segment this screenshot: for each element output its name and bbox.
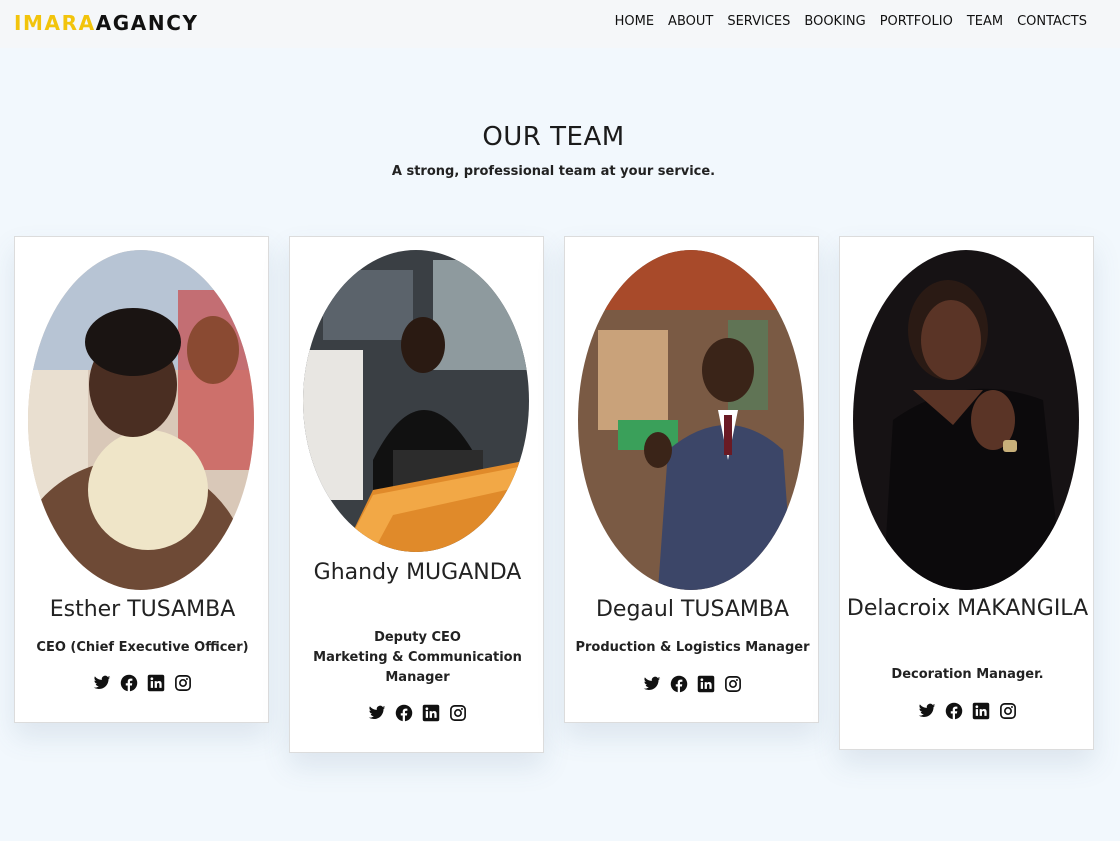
nav-team[interactable]: TEAM: [967, 14, 1003, 29]
team-section-title: OUR TEAM: [482, 122, 625, 152]
twitter-icon[interactable]: [918, 702, 936, 720]
twitter-icon[interactable]: [643, 675, 661, 693]
instagram-icon[interactable]: [724, 675, 742, 693]
member-role: CEO (Chief Executive Officer): [21, 638, 264, 658]
facebook-icon[interactable]: [945, 702, 963, 720]
team-card-esther: Esther TUSAMBA CEO (Chief Executive Offi…: [14, 236, 269, 723]
logo-part-agancy: AGANCY: [95, 11, 199, 35]
instagram-icon[interactable]: [999, 702, 1017, 720]
member-role-line: Marketing & Communication Manager: [313, 650, 522, 685]
member-photo: [28, 250, 254, 590]
member-role-line: Decoration Manager.: [891, 667, 1044, 682]
social-links: [290, 704, 545, 722]
member-name: Ghandy MUGANDA: [313, 560, 522, 585]
member-photo: [578, 250, 804, 590]
twitter-icon[interactable]: [93, 674, 111, 692]
linkedin-icon[interactable]: [422, 704, 440, 722]
member-role: Production & Logistics Manager: [571, 638, 814, 658]
nav-booking[interactable]: BOOKING: [804, 14, 865, 29]
team-card-delacroix: Delacroix MAKANGILA Decoration Manager.: [839, 236, 1094, 750]
brand-logo[interactable]: IMARAAGANCY: [14, 11, 199, 35]
instagram-icon[interactable]: [174, 674, 192, 692]
member-photo: [303, 250, 529, 552]
twitter-icon[interactable]: [368, 704, 386, 722]
site-header: IMARAAGANCY HOME ABOUT SERVICES BOOKING …: [0, 0, 1120, 48]
facebook-icon[interactable]: [120, 674, 138, 692]
member-role: Deputy CEO Marketing & Communication Man…: [296, 628, 539, 688]
member-role-line: Deputy CEO: [374, 630, 461, 645]
linkedin-icon[interactable]: [972, 702, 990, 720]
member-name: Delacroix MAKANGILA: [846, 596, 1089, 621]
facebook-icon[interactable]: [670, 675, 688, 693]
linkedin-icon[interactable]: [147, 674, 165, 692]
main-nav: HOME ABOUT SERVICES BOOKING PORTFOLIO TE…: [615, 14, 1087, 29]
nav-contacts[interactable]: CONTACTS: [1017, 14, 1087, 29]
social-links: [565, 675, 820, 693]
team-card-ghandy: Ghandy MUGANDA Deputy CEO Marketing & Co…: [289, 236, 544, 753]
logo-part-imara: IMARA: [14, 11, 96, 35]
social-links: [840, 702, 1095, 720]
member-name: Degaul TUSAMBA: [595, 597, 790, 622]
nav-services[interactable]: SERVICES: [727, 14, 790, 29]
nav-about[interactable]: ABOUT: [668, 14, 713, 29]
member-photo: [853, 250, 1079, 590]
facebook-icon[interactable]: [395, 704, 413, 722]
team-section-subtitle: A strong, professional team at your serv…: [391, 164, 716, 179]
nav-home[interactable]: HOME: [615, 14, 654, 29]
member-role-line: Production & Logistics Manager: [575, 640, 810, 655]
instagram-icon[interactable]: [449, 704, 467, 722]
member-role-line: CEO (Chief Executive Officer): [36, 640, 249, 655]
team-card-degaul: Degaul TUSAMBA Production & Logistics Ma…: [564, 236, 819, 723]
linkedin-icon[interactable]: [697, 675, 715, 693]
nav-portfolio[interactable]: PORTFOLIO: [880, 14, 953, 29]
member-role: Decoration Manager.: [846, 665, 1089, 685]
member-name: Esther TUSAMBA: [49, 597, 236, 622]
social-links: [15, 674, 270, 692]
